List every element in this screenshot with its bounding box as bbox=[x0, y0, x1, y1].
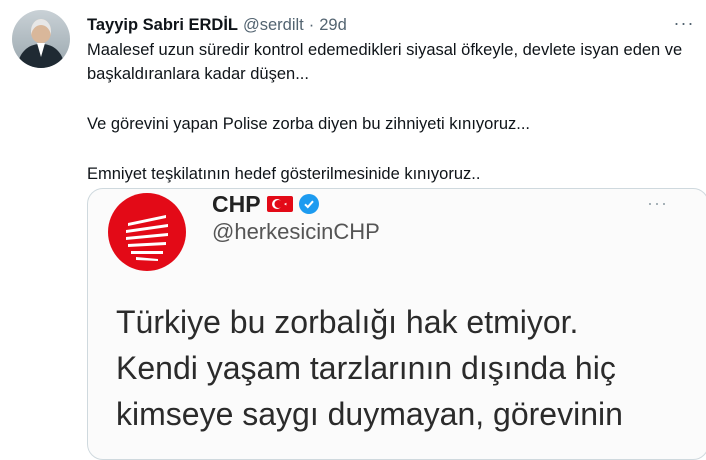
tweet-time[interactable]: 29d bbox=[319, 16, 347, 35]
separator-dot: · bbox=[308, 15, 315, 34]
embedded-line: kimseye saygı duymayan, görevinin bbox=[116, 396, 623, 432]
avatar[interactable] bbox=[12, 10, 70, 68]
tweet: Tayyip Sabri ERDİL @serdilt · 29d ··· Ma… bbox=[0, 0, 706, 460]
tweet-paragraph: Maalesef uzun süredir kontrol edemedikle… bbox=[87, 41, 683, 83]
more-options-icon[interactable]: ··· bbox=[672, 12, 696, 34]
turkish-flag-icon bbox=[266, 196, 293, 212]
chp-logo bbox=[108, 193, 186, 271]
embedded-account-handle: @herkesicinCHP bbox=[212, 219, 380, 244]
tweet-header: Tayyip Sabri ERDİL @serdilt · 29d bbox=[87, 14, 347, 36]
embedded-tweet-text: Türkiye bu zorbalığı hak etmiyor. Kendi … bbox=[116, 299, 706, 437]
embedded-more-icon: ··· bbox=[647, 193, 668, 213]
avatar-head bbox=[31, 19, 51, 43]
author-name[interactable]: Tayyip Sabri ERDİL bbox=[87, 16, 238, 35]
tweet-paragraph: Ve görevini yapan Polise zorba diyen bu … bbox=[87, 115, 531, 133]
embedded-tweet-image[interactable]: CHP @herkesicinCHP ··· Türkiye bu zorbal… bbox=[87, 188, 706, 460]
author-handle[interactable]: @serdilt bbox=[243, 16, 304, 35]
verified-badge-icon bbox=[298, 194, 319, 214]
tweet-text: Maalesef uzun süredir kontrol edemedikle… bbox=[87, 38, 687, 186]
embedded-line: Kendi yaşam tarzlarının dışında hiç bbox=[116, 350, 616, 386]
tweet-paragraph: Emniyet teşkilatının hedef gösterilmesin… bbox=[87, 165, 481, 183]
embedded-line: Türkiye bu zorbalığı hak etmiyor. bbox=[116, 304, 579, 340]
embedded-account-name: CHP bbox=[212, 190, 261, 217]
embedded-account-name-row: CHP bbox=[212, 191, 319, 217]
